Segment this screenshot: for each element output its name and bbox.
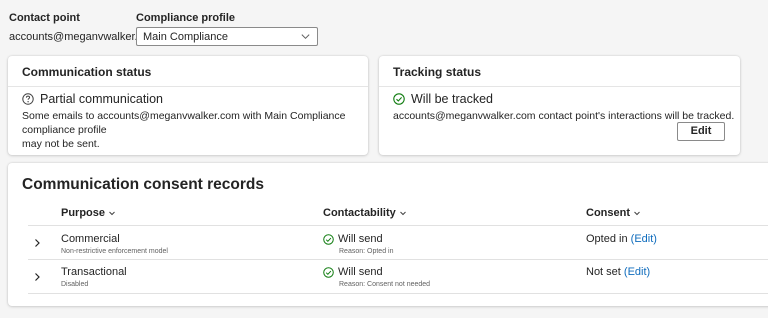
edit-tracking-button[interactable]: Edit: [677, 122, 725, 141]
checkmark-circle-icon: [323, 233, 334, 245]
chevron-down-icon: [109, 211, 115, 216]
chevron-down-icon: [634, 211, 640, 216]
communication-status-title: Communication status: [22, 65, 152, 79]
communication-status-description: Some emails to accounts@meganvwalker.com…: [22, 109, 364, 151]
contactability-reason: Reason: Consent not needed: [339, 281, 431, 288]
contactability-cell: Will send: [323, 233, 383, 245]
compliance-profile-select[interactable]: Main Compliance: [136, 27, 318, 46]
purpose-cell: Transactional: [61, 266, 127, 278]
communication-status-line: Partial communication: [22, 92, 163, 106]
purpose-header-label: Purpose: [61, 207, 106, 219]
communication-status-card: Communication status Partial communicati…: [8, 56, 368, 155]
chevron-down-icon: [399, 211, 406, 216]
purpose-column-header[interactable]: Purpose: [61, 207, 116, 219]
row-separator: [28, 259, 768, 260]
compliance-profile-label: Compliance profile: [136, 12, 236, 24]
contactability-header-label: Contactability: [323, 207, 396, 219]
consent-value: Not set: [586, 266, 621, 278]
consent-header-label: Consent: [586, 207, 630, 219]
chevron-right-icon[interactable]: [32, 272, 42, 282]
description-line-1: Some emails to accounts@meganvwalker.com…: [22, 110, 346, 136]
purpose-subtext: Non-restrictive enforcement model: [61, 248, 168, 255]
contactability-text: Will send: [338, 266, 383, 278]
checkmark-circle-icon: [323, 266, 334, 278]
consent-cell: Opted in (Edit): [586, 233, 657, 245]
tracking-status-text: Will be tracked: [411, 92, 493, 106]
contactability-column-header[interactable]: Contactability: [323, 207, 407, 219]
consent-value: Opted in: [586, 233, 628, 245]
consent-column-header[interactable]: Consent: [586, 207, 641, 219]
purpose-subtext: Disabled: [61, 281, 89, 288]
tracking-status-card: Tracking status Will be tracked accounts…: [379, 56, 740, 155]
chevron-down-icon: [301, 34, 310, 40]
consent-records-title: Communication consent records: [22, 176, 265, 193]
tracking-status-description: accounts@meganvwalker.com contact point'…: [393, 110, 735, 122]
consent-records-card: Communication consent records Purpose Co…: [8, 163, 768, 306]
row-separator: [28, 225, 768, 226]
purpose-cell: Commercial: [61, 233, 120, 245]
edit-consent-link[interactable]: (Edit): [624, 266, 650, 278]
compliance-profile-value: Main Compliance: [143, 31, 228, 43]
row-separator: [28, 293, 768, 294]
tracking-status-title: Tracking status: [393, 65, 482, 79]
contactability-reason: Reason: Opted in: [339, 248, 394, 255]
checkmark-circle-icon: [393, 93, 405, 105]
tracking-status-line: Will be tracked: [393, 92, 493, 106]
question-circle-icon: [22, 93, 34, 105]
description-line-2: may not be sent.: [22, 138, 100, 150]
edit-consent-link[interactable]: (Edit): [631, 233, 657, 245]
contact-point-label: Contact point: [9, 12, 80, 24]
consent-cell: Not set (Edit): [586, 266, 650, 278]
card-divider: [8, 86, 368, 87]
card-divider: [379, 86, 740, 87]
communication-status-text: Partial communication: [40, 92, 163, 106]
chevron-right-icon[interactable]: [32, 238, 42, 248]
contactability-cell: Will send: [323, 266, 383, 278]
contactability-text: Will send: [338, 233, 383, 245]
